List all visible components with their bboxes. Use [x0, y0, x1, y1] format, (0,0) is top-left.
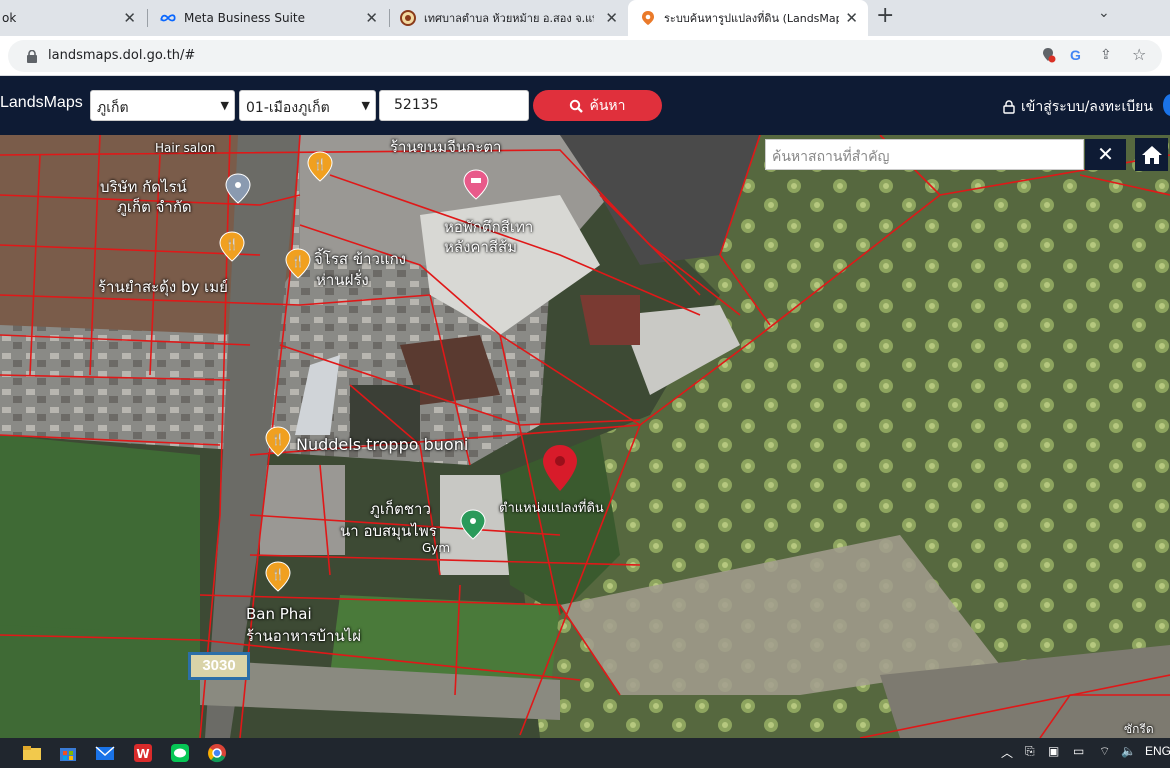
location-blocked-icon[interactable]	[1040, 47, 1056, 67]
url-text[interactable]: landsmaps.dol.go.th/#	[48, 48, 195, 63]
place-search-input[interactable]: ค้นหาสถานที่สำคัญ	[765, 139, 1084, 170]
place-search-placeholder: ค้นหาสถานที่สำคัญ	[772, 149, 890, 165]
lock-icon	[27, 50, 37, 63]
route-shield: 3030	[188, 652, 250, 680]
battery-icon[interactable]: ▭	[1073, 744, 1084, 758]
home-icon	[1141, 145, 1162, 164]
close-icon[interactable]: ✕	[123, 9, 136, 27]
tab-title: Meta Business Suite	[184, 11, 305, 25]
tab-meta-business-suite[interactable]: Meta Business Suite ✕	[148, 0, 388, 36]
map-label-parcel-location[interactable]: ตำแหน่งแปลงที่ดิน	[499, 497, 604, 518]
chevron-down-icon: ▼	[220, 99, 229, 112]
district-value: 01-เมืองภูเก็ต	[246, 100, 330, 116]
address-bar[interactable]: landsmaps.dol.go.th/# G ⇪ ☆	[8, 40, 1162, 72]
map-label-ban-phai-2[interactable]: ร้านอาหารบ้านไผ่	[246, 624, 361, 648]
address-bar-row: landsmaps.dol.go.th/# G ⇪ ☆	[0, 36, 1170, 76]
svg-text:🍴: 🍴	[225, 238, 239, 251]
map-label-company-2[interactable]: ภูเก็ต จำกัด	[117, 195, 192, 219]
landsmaps-navbar: LandsMaps ภูเก็ต ▼ 01-เมืองภูเก็ต ▼ 5213…	[0, 76, 1170, 135]
tab-title: เทศบาลตำบล ห้วยหม้าย อ.สอง จ.แพร่	[424, 12, 594, 25]
seal-icon	[400, 10, 416, 26]
map-label-jirot-2[interactable]: ห่านฝรั่ง	[316, 268, 369, 292]
chrome-icon[interactable]	[207, 743, 227, 763]
browser-tab-strip: ok ✕ Meta Business Suite ✕ เทศบาลตำบล ห้…	[0, 0, 1170, 36]
svg-text:W: W	[136, 747, 149, 761]
line-app-icon[interactable]	[170, 743, 190, 763]
search-button[interactable]: ค้นหา	[533, 90, 662, 121]
map-label-hair-salon[interactable]: Hair salon	[155, 141, 215, 155]
login-label: เข้าสู่ระบบ/ลงทะเบียน	[1021, 99, 1153, 115]
network-warning-icon[interactable]: ▣	[1048, 744, 1059, 758]
district-select[interactable]: 01-เมืองภูเก็ต ▼	[239, 90, 376, 121]
google-icon[interactable]: G	[1070, 47, 1081, 63]
province-select[interactable]: ภูเก็ต ▼	[90, 90, 235, 121]
file-explorer-icon[interactable]	[22, 743, 42, 763]
map-label-gym-3[interactable]: Gym	[422, 541, 450, 555]
avatar[interactable]	[1163, 94, 1170, 116]
close-icon[interactable]: ✕	[365, 9, 378, 27]
close-icon: ✕	[1097, 142, 1114, 166]
chevron-up-icon[interactable]: ︿	[1001, 744, 1013, 761]
mail-icon[interactable]	[95, 743, 115, 763]
close-icon[interactable]: ✕	[605, 9, 618, 27]
map-pin-icon	[642, 11, 654, 25]
parcel-number-value: 52135	[394, 97, 439, 113]
tab-title: ระบบค้นหารูปแปลงที่ดิน (LandsMaps	[664, 12, 839, 25]
search-button-label: ค้นหา	[589, 97, 626, 114]
meet-now-icon[interactable]: ⎘	[1025, 744, 1035, 759]
svg-text:🍴: 🍴	[291, 255, 305, 268]
map-imagery: 🍴 🍴 🍴 🍴 🍴	[0, 135, 1170, 738]
map-label-gym-2[interactable]: นา อบสมุนไพร	[340, 519, 437, 543]
svg-text:🍴: 🍴	[271, 568, 285, 581]
map-label-shop[interactable]: ร้านขนมจีนกะตา	[390, 135, 501, 159]
store-icon[interactable]	[58, 743, 78, 763]
meta-icon	[160, 14, 176, 22]
new-tab-icon[interactable]: +	[876, 3, 894, 28]
map-label-ban-phai[interactable]: Ban Phai	[246, 605, 312, 623]
star-icon[interactable]: ☆	[1132, 45, 1146, 64]
svg-text:🍴: 🍴	[313, 158, 327, 171]
volume-icon[interactable]: 🔈	[1121, 744, 1136, 758]
clear-search-button[interactable]: ✕	[1085, 139, 1126, 170]
map-label-laundry[interactable]: ซักรีด	[1124, 720, 1154, 738]
svg-text:🍴: 🍴	[271, 433, 285, 446]
province-value: ภูเก็ต	[97, 100, 129, 116]
tab-landsmaps[interactable]: ระบบค้นหารูปแปลงที่ดิน (LandsMaps ✕	[628, 0, 868, 36]
tab-municipality[interactable]: เทศบาลตำบล ห้วยหม้าย อ.สอง จ.แพร่ ✕	[390, 0, 628, 36]
home-button[interactable]	[1135, 138, 1168, 171]
chevron-down-icon[interactable]: ⌄	[1098, 5, 1110, 21]
map-label-gym[interactable]: ภูเก็ตชาว	[370, 497, 431, 521]
parcel-number-input[interactable]: 52135	[379, 90, 529, 121]
windows-taskbar: W ︿ ⎘ ▣ ▭ ⌔ 🔈 ENG	[0, 738, 1170, 768]
login-link[interactable]: เข้าสู่ระบบ/ลงทะเบียน	[1003, 96, 1153, 118]
map-label-nuddels[interactable]: Nuddels troppo buoni	[296, 435, 468, 454]
search-icon	[570, 99, 584, 113]
tab-facebook[interactable]: ok ✕	[0, 0, 146, 36]
map-label-dorm-2[interactable]: หลังคาสีส้ม	[444, 235, 517, 259]
chevron-down-icon: ▼	[361, 99, 370, 112]
lock-icon	[1003, 100, 1015, 114]
brand-logo[interactable]: LandsMaps	[0, 94, 83, 112]
satellite-map[interactable]: 🍴 🍴 🍴 🍴 🍴 Hair salon ร้านขนมจีนกะตา บริษ…	[0, 135, 1170, 738]
share-icon[interactable]: ⇪	[1100, 47, 1112, 63]
tab-title: ok	[2, 11, 17, 25]
language-indicator[interactable]: ENG	[1145, 744, 1170, 758]
wps-office-icon[interactable]: W	[133, 743, 153, 763]
map-label-yam[interactable]: ร้านยำสะดุ้ง by เมย์	[98, 275, 228, 299]
wifi-icon[interactable]: ⌔	[1099, 744, 1110, 759]
close-icon[interactable]: ✕	[845, 9, 858, 27]
